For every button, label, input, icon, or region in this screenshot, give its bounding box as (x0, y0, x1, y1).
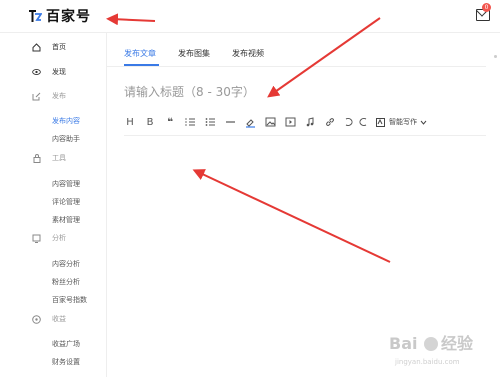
sidebar-item-label: 评论管理 (52, 198, 80, 206)
eraser-icon[interactable] (244, 116, 256, 128)
tabs-divider (106, 66, 486, 67)
baijiahao-logo-icon (29, 10, 42, 22)
chart-icon (32, 234, 41, 243)
link-icon[interactable] (324, 116, 336, 128)
title-input[interactable] (124, 82, 474, 102)
video-icon[interactable] (284, 116, 296, 128)
tab-publish-gallery[interactable]: 发布图集 (178, 48, 210, 59)
image-icon[interactable] (264, 116, 276, 128)
ai-write-dropdown[interactable]: 智能写作 (376, 116, 427, 128)
ordered-list-icon[interactable] (184, 116, 196, 128)
tab-publish-article[interactable]: 发布文章 (124, 48, 156, 59)
ai-write-icon (376, 117, 385, 127)
eye-icon (32, 68, 41, 77)
sidebar-item-label: 素材管理 (52, 216, 80, 224)
logo-text: 百家号 (46, 9, 91, 25)
chevron-down-icon (420, 120, 427, 125)
quote-button[interactable]: ❝ (164, 116, 176, 128)
toolbar-divider (124, 135, 486, 136)
sidebar-item-label: 发布内容 (52, 117, 80, 125)
logo[interactable]: 百家号 (28, 7, 91, 25)
sidebar-item-label: 分析 (52, 234, 66, 242)
svg-text:经验: 经验 (441, 334, 474, 353)
sidebar-item-label: 收益 (52, 315, 66, 323)
unordered-list-icon[interactable] (204, 116, 216, 128)
watermark-logo: Bai 经验 jingyan.baidu.com (389, 334, 474, 366)
notification-badge: 0 (482, 3, 491, 12)
editor-toolbar: H B ❝ (124, 114, 484, 130)
redo-icon[interactable] (358, 116, 370, 128)
coin-icon (32, 314, 41, 324)
sidebar-item-label: 内容分析 (52, 260, 80, 268)
sidebar-item-label: 发现 (52, 68, 66, 76)
sidebar-item-label: 首页 (52, 43, 66, 51)
edit-icon (32, 92, 41, 101)
sidebar-item-label: 收益广场 (52, 340, 80, 348)
divider-icon[interactable] (224, 116, 236, 128)
ai-write-label: 智能写作 (389, 118, 417, 126)
sidebar-item-label: 百家号指数 (52, 296, 87, 304)
tab-publish-video[interactable]: 发布视频 (232, 48, 264, 59)
bold-button[interactable]: B (144, 116, 156, 128)
home-icon (32, 42, 41, 52)
sidebar-item-label: 粉丝分析 (52, 278, 80, 286)
undo-icon[interactable] (342, 116, 354, 128)
scrollbar[interactable] (494, 55, 497, 58)
heading-button[interactable]: H (124, 116, 136, 128)
top-bar: 百家号 0 (0, 0, 500, 33)
audio-icon[interactable] (304, 116, 316, 128)
svg-text:jingyan.baidu.com: jingyan.baidu.com (394, 358, 460, 366)
sidebar-item-label: 财务设置 (52, 358, 80, 366)
lock-icon (32, 153, 41, 163)
sidebar-item-label: 内容管理 (52, 180, 80, 188)
svg-text:Bai: Bai (389, 334, 417, 353)
sidebar: 首页 发现 发布 发布内容 内容助手 工具 内容管理 评论管理 素材管理 分析 … (0, 33, 107, 377)
sidebar-item-label: 工具 (52, 154, 66, 162)
sidebar-item-label: 内容助手 (52, 135, 80, 143)
sidebar-item-label: 发布 (52, 92, 66, 100)
